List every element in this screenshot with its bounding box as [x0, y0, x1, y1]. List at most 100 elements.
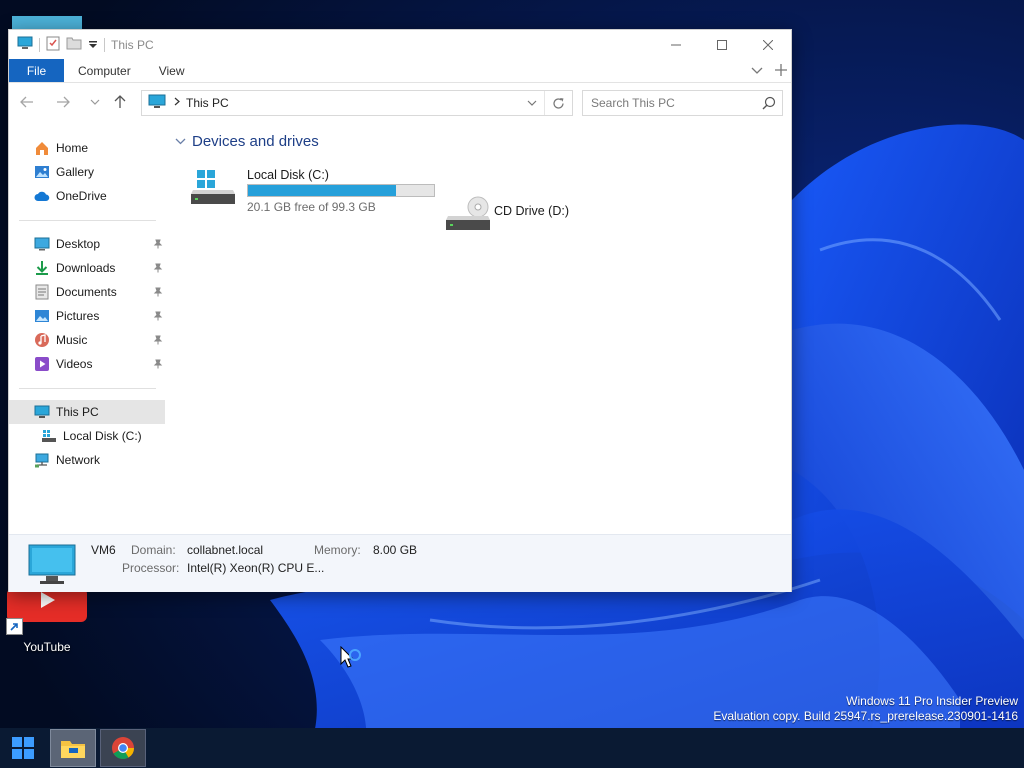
drive-local-disk-c[interactable]: Local Disk (C:) 20.1 GB free of 99.3 GB — [189, 168, 435, 214]
search-box — [582, 90, 783, 116]
nav-item-network[interactable]: Network — [9, 448, 165, 472]
local-disk-icon — [41, 428, 57, 444]
nav-item-documents[interactable]: Documents — [9, 280, 165, 304]
processor-value: Intel(R) Xeon(R) CPU E... — [187, 561, 325, 575]
this-pc-icon — [148, 94, 166, 112]
file-explorer-window: This PC File Computer View This PC Searc… — [8, 29, 792, 592]
pin-icon[interactable] — [153, 262, 163, 276]
drive-name: CD Drive (D:) — [494, 204, 569, 218]
memory-value: 8.00 GB — [373, 543, 418, 557]
youtube-icon — [6, 588, 87, 635]
qat-dropdown-icon[interactable] — [88, 38, 98, 52]
tab-view[interactable]: View — [145, 59, 199, 82]
breadcrumb-separator-icon — [174, 97, 180, 109]
desktop-icon-partial[interactable] — [12, 16, 82, 30]
back-button[interactable] — [15, 90, 39, 114]
qat-divider-2 — [104, 37, 105, 52]
nav-item-gallery[interactable]: Gallery — [9, 160, 165, 184]
forward-button[interactable] — [51, 90, 75, 114]
add-tab-icon[interactable] — [775, 63, 787, 79]
start-button[interactable] — [0, 729, 46, 767]
music-icon — [34, 332, 50, 348]
downloads-icon — [34, 260, 50, 276]
nav-item-this-pc[interactable]: This PC — [9, 400, 165, 424]
nav-divider — [19, 388, 156, 389]
nav-divider — [19, 220, 156, 221]
nav-item-label: Pictures — [56, 309, 100, 323]
nav-item-label: Videos — [56, 357, 93, 371]
address-row: This PC — [9, 83, 791, 121]
properties-icon[interactable] — [46, 35, 60, 54]
up-button[interactable] — [108, 90, 132, 114]
processor-label: Processor: — [122, 561, 180, 575]
search-input[interactable] — [591, 96, 751, 110]
nav-item-downloads[interactable]: Downloads — [9, 256, 165, 280]
home-icon — [34, 140, 50, 156]
documents-icon — [34, 284, 50, 300]
memory-label: Memory: — [314, 543, 361, 557]
forward-arrow-icon — [57, 96, 70, 108]
drive-cd-d[interactable]: CD Drive (D:) — [444, 196, 569, 232]
computer-name: VM6 — [91, 543, 116, 557]
videos-icon — [34, 356, 50, 372]
close-button[interactable] — [745, 30, 791, 59]
minimize-button[interactable] — [653, 30, 699, 59]
pictures-icon — [34, 308, 50, 324]
chevron-down-icon — [175, 136, 186, 148]
nav-item-label: Gallery — [56, 165, 95, 179]
onedrive-icon — [34, 188, 50, 204]
nav-item-onedrive[interactable]: OneDrive — [9, 184, 165, 208]
pin-icon[interactable] — [153, 238, 163, 252]
nav-item-label: Home — [56, 141, 89, 155]
file-explorer-icon — [61, 741, 85, 758]
pin-icon[interactable] — [153, 334, 163, 348]
maximize-button[interactable] — [699, 30, 745, 59]
nav-item-label: This PC — [56, 405, 99, 419]
navigation-pane: Home Gallery OneDrive Desktop Downloads … — [9, 121, 169, 531]
this-pc-icon — [17, 36, 33, 53]
pin-icon[interactable] — [153, 358, 163, 372]
qat-divider — [39, 37, 40, 52]
desktop-icon-youtube[interactable]: YouTube — [6, 588, 87, 654]
ribbon: File Computer View — [9, 59, 791, 83]
minimize-icon — [671, 44, 681, 45]
nav-item-local-disk-c[interactable]: Local Disk (C:) — [9, 424, 165, 448]
nav-item-home[interactable]: Home — [9, 136, 165, 160]
address-dropdown-icon[interactable] — [520, 100, 544, 107]
up-arrow-icon — [114, 95, 126, 108]
computer-icon — [28, 544, 76, 589]
new-folder-icon[interactable] — [66, 36, 82, 53]
tab-computer[interactable]: Computer — [64, 59, 145, 82]
cd-drive-icon — [444, 196, 492, 232]
drive-usage-bar — [247, 184, 435, 197]
nav-item-videos[interactable]: Videos — [9, 352, 165, 376]
address-bar[interactable]: This PC — [141, 90, 573, 116]
expand-ribbon-icon[interactable] — [751, 64, 763, 78]
desktop-icon-label: YouTube — [23, 640, 71, 654]
group-header-devices[interactable]: Devices and drives — [175, 133, 319, 150]
pin-icon[interactable] — [153, 286, 163, 300]
content-area: Devices and drives Local Disk (C:) 20.1 … — [169, 121, 791, 533]
taskbar-file-explorer-button[interactable] — [50, 729, 96, 767]
details-pane: VM6 Domain: collabnet.local Memory: 8.00… — [9, 534, 791, 592]
window-controls — [653, 30, 791, 59]
chrome-icon — [112, 737, 134, 759]
drive-free-space: 20.1 GB free of 99.3 GB — [247, 200, 376, 214]
pin-icon[interactable] — [153, 310, 163, 324]
nav-item-label: Music — [56, 333, 88, 347]
recent-locations-button[interactable] — [83, 90, 107, 114]
watermark-line-2: Evaluation copy. Build 25947.rs_prerelea… — [713, 709, 1018, 723]
taskbar-chrome-button[interactable] — [100, 729, 146, 767]
nav-item-pictures[interactable]: Pictures — [9, 304, 165, 328]
breadcrumb-this-pc[interactable]: This PC — [186, 96, 229, 110]
nav-item-label: OneDrive — [56, 189, 107, 203]
tab-file[interactable]: File — [9, 59, 64, 82]
nav-item-desktop[interactable]: Desktop — [9, 232, 165, 256]
windows-watermark: Windows 11 Pro Insider Preview Evaluatio… — [713, 694, 1018, 724]
chevron-down-icon — [90, 99, 100, 105]
close-icon — [763, 39, 773, 50]
search-icon[interactable] — [762, 96, 776, 113]
ribbon-controls — [751, 59, 787, 83]
refresh-icon[interactable] — [544, 91, 572, 115]
nav-item-music[interactable]: Music — [9, 328, 165, 352]
